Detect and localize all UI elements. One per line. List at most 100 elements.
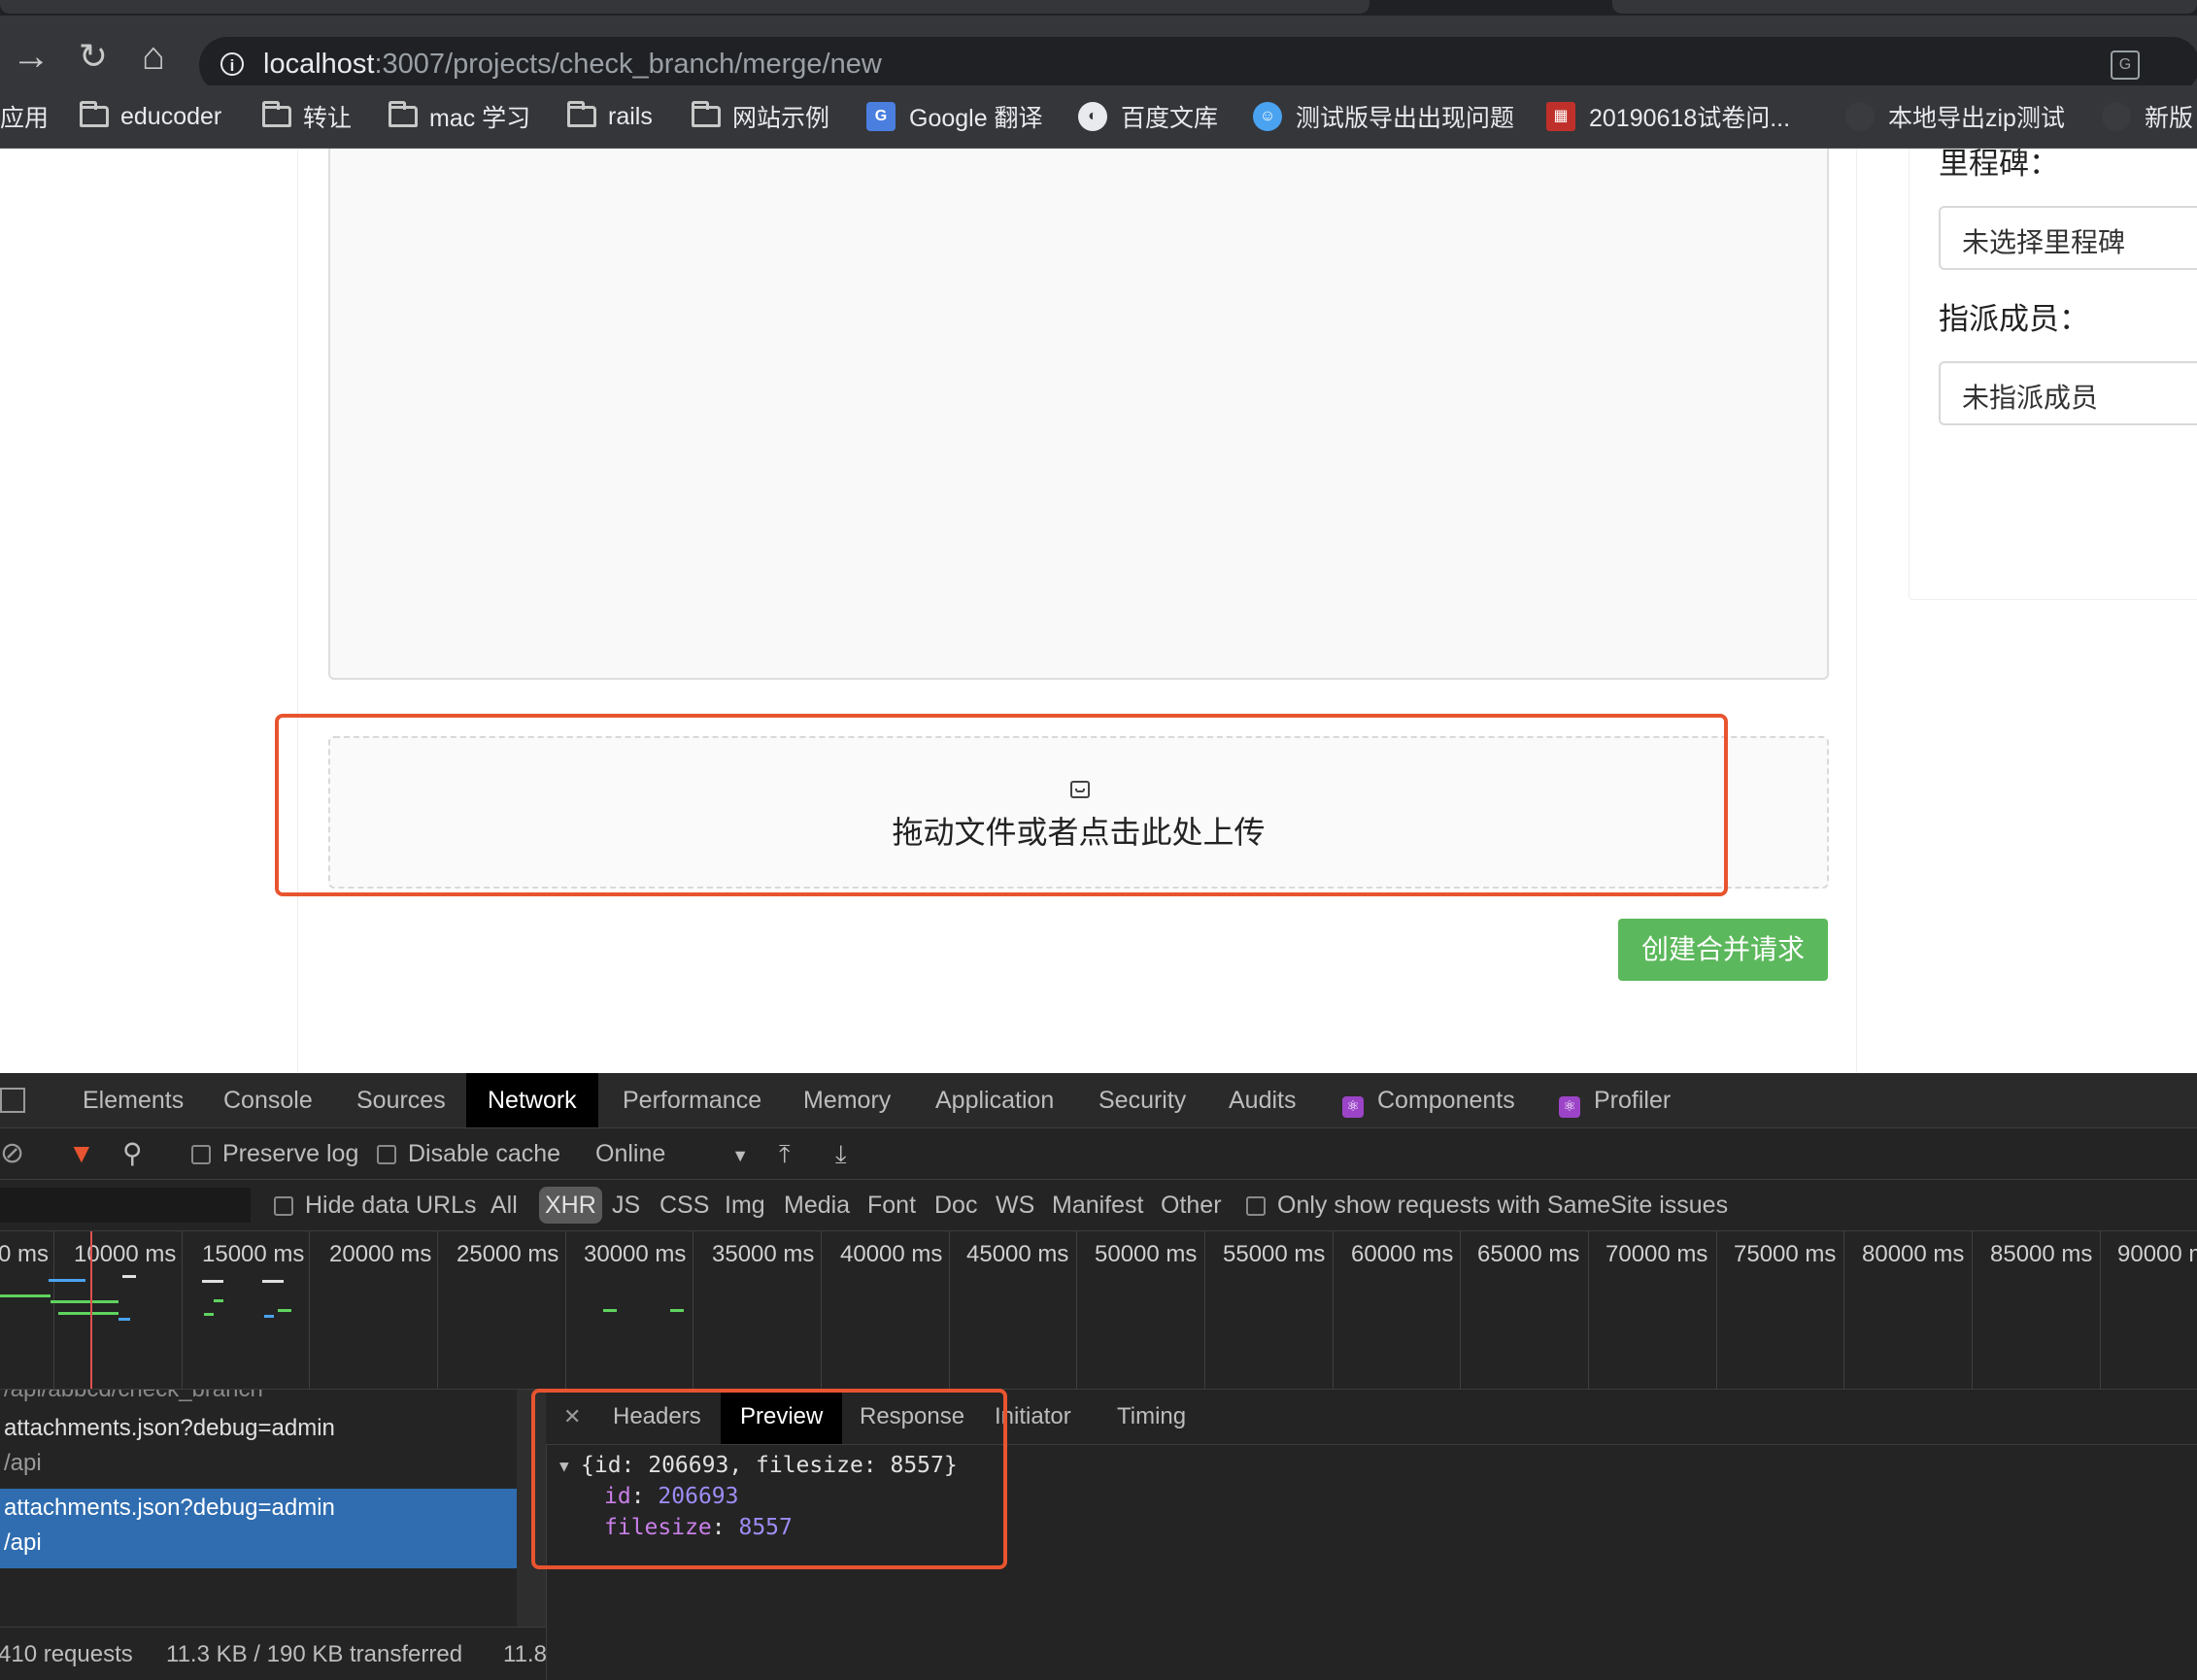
filter-input[interactable] xyxy=(0,1188,251,1223)
bookmark-zip-test[interactable]: 本地导出zip测试 xyxy=(1845,101,2065,132)
tab-application[interactable]: Application xyxy=(935,1073,1054,1127)
info-icon[interactable]: i xyxy=(220,52,244,76)
samesite-checkbox[interactable]: Only show requests with SameSite issues xyxy=(1246,1180,1728,1230)
bookmark-google-translate[interactable]: G Google 翻译 xyxy=(866,101,1043,132)
filter-ws[interactable]: WS xyxy=(996,1180,1034,1230)
tab-timing[interactable]: Timing xyxy=(1117,1390,1186,1444)
timeline-tick: 40000 ms xyxy=(840,1241,943,1267)
tab-profiler[interactable]: ⚛ Profiler xyxy=(1559,1073,1671,1127)
filter-other[interactable]: Other xyxy=(1161,1180,1222,1230)
filter-js[interactable]: JS xyxy=(612,1180,640,1230)
timeline-bar xyxy=(51,1300,118,1303)
browser-tab[interactable] xyxy=(1612,0,2197,14)
globe-icon: ◐ xyxy=(1078,102,1107,131)
timeline-tick: 20000 ms xyxy=(329,1241,432,1267)
hide-data-urls-checkbox[interactable]: Hide data URLs xyxy=(274,1180,476,1230)
devtools-panel: Elements Console Sources Network Perform… xyxy=(0,1073,2197,1680)
annotation-highlight-box xyxy=(275,714,1728,896)
timeline-tick: 65000 ms xyxy=(1477,1241,1580,1267)
filter-icon[interactable]: ▼ xyxy=(68,1128,95,1179)
filter-img[interactable]: Img xyxy=(725,1180,765,1230)
tab-sources[interactable]: Sources xyxy=(356,1073,446,1127)
react-icon: ⚛ xyxy=(1342,1096,1364,1118)
bookmark-exam-issue[interactable]: ▦ 20190618试卷问... xyxy=(1546,101,1790,132)
folder-icon xyxy=(567,101,596,127)
chevron-down-icon: ▼ xyxy=(731,1146,750,1165)
description-textarea[interactable] xyxy=(328,149,1829,680)
upload-icon[interactable]: ⤒ xyxy=(779,1128,791,1179)
timeline-bar xyxy=(264,1315,274,1318)
timeline-tick: 35000 ms xyxy=(712,1241,815,1267)
browser-tab[interactable] xyxy=(0,0,1369,14)
timeline-tick: 50000 ms xyxy=(1095,1241,1198,1267)
milestone-select[interactable]: 未选择里程碑 xyxy=(1939,206,2197,270)
search-icon[interactable]: ⚲ xyxy=(122,1128,143,1179)
bookmark-site-examples[interactable]: 网站示例 xyxy=(692,101,829,132)
timeline-tick: 80000 ms xyxy=(1862,1241,1965,1267)
timeline-tick: 85000 ms xyxy=(1990,1241,2093,1267)
network-timeline[interactable]: 0 ms 10000 ms 15000 ms 20000 ms 25000 ms… xyxy=(0,1231,2197,1390)
bookmark-rails[interactable]: rails xyxy=(567,101,653,132)
timeline-marker xyxy=(90,1231,92,1389)
tab-network[interactable]: Network xyxy=(466,1073,598,1127)
timeline-tick: 75000 ms xyxy=(1734,1241,1837,1267)
bookmarks-bar: 应用 educoder 转让 mac 学习 rails 网站示例 G Google… xyxy=(0,85,2197,149)
device-toggle-icon[interactable] xyxy=(0,1088,25,1113)
network-controls: ⊘ ▼ ⚲ Preserve log Disable cache Online ▼… xyxy=(0,1128,2197,1180)
preserve-log-checkbox[interactable]: Preserve log xyxy=(191,1128,358,1179)
create-merge-request-button[interactable]: 创建合并请求 xyxy=(1618,919,1828,981)
folder-icon xyxy=(262,101,291,127)
tab-components[interactable]: ⚛ Components xyxy=(1342,1073,1515,1127)
home-icon[interactable]: ⌂ xyxy=(132,35,175,78)
browser-toolbar: → ↻ ⌂ i localhost:3007/projects/check_br… xyxy=(0,16,2197,93)
timeline-tick: 55000 ms xyxy=(1223,1241,1326,1267)
list-item[interactable]: /api/abbcd/check_branch xyxy=(0,1390,517,1409)
bookmark-transfer[interactable]: 转让 xyxy=(262,101,352,132)
disable-cache-checkbox[interactable]: Disable cache xyxy=(377,1128,560,1179)
timeline-bar xyxy=(58,1312,118,1315)
image-icon: ▦ xyxy=(1546,102,1575,131)
timeline-bar xyxy=(49,1279,85,1282)
tab-audits[interactable]: Audits xyxy=(1229,1073,1296,1127)
timeline-tick: 10000 ms xyxy=(74,1241,177,1267)
timeline-tick: 60000 ms xyxy=(1351,1241,1454,1267)
download-icon[interactable]: ⤓ xyxy=(835,1128,847,1179)
filter-font[interactable]: Font xyxy=(867,1180,916,1230)
bookmark-apps[interactable]: 应用 xyxy=(0,101,49,132)
filter-media[interactable]: Media xyxy=(784,1180,850,1230)
timeline-bar xyxy=(214,1299,223,1302)
filter-xhr[interactable]: XHR xyxy=(539,1187,602,1224)
list-item[interactable]: attachments.json?debug=admin /api xyxy=(0,1409,517,1489)
bookmark-new[interactable]: 新版 xyxy=(2102,101,2193,132)
annotation-highlight-box xyxy=(531,1389,1007,1569)
timeline-bar xyxy=(204,1313,214,1316)
filter-all[interactable]: All xyxy=(490,1180,518,1230)
tab-elements[interactable]: Elements xyxy=(83,1073,184,1127)
url-text[interactable]: localhost:3007/projects/check_branch/mer… xyxy=(263,49,882,81)
timeline-bar xyxy=(670,1309,684,1312)
filter-manifest[interactable]: Manifest xyxy=(1052,1180,1143,1230)
tab-strip xyxy=(0,0,2197,16)
timeline-bar xyxy=(118,1318,130,1321)
bookmark-export-issue[interactable]: ☺ 测试版导出出现问题 xyxy=(1253,101,1514,132)
timeline-tick: 30000 ms xyxy=(584,1241,687,1267)
tab-performance[interactable]: Performance xyxy=(623,1073,761,1127)
tab-memory[interactable]: Memory xyxy=(803,1073,891,1127)
assignee-select[interactable]: 未指派成员 xyxy=(1939,361,2197,425)
clear-icon[interactable]: ⊘ xyxy=(0,1128,24,1179)
blank-icon xyxy=(2102,102,2131,131)
filter-doc[interactable]: Doc xyxy=(934,1180,977,1230)
translate-icon[interactable]: G xyxy=(2111,50,2140,80)
throttle-select[interactable]: Online ▼ xyxy=(595,1128,749,1179)
timeline-bar xyxy=(0,1294,51,1297)
forward-icon[interactable]: → xyxy=(10,35,52,78)
network-status-bar: 410 requests 11.3 KB / 190 KB transferre… xyxy=(0,1627,546,1680)
bookmark-baidu-wenku[interactable]: ◐ 百度文库 xyxy=(1078,101,1218,132)
filter-css[interactable]: CSS xyxy=(659,1180,709,1230)
tab-console[interactable]: Console xyxy=(223,1073,313,1127)
bookmark-mac-study[interactable]: mac 学习 xyxy=(389,101,530,132)
list-item-selected[interactable]: attachments.json?debug=admin /api xyxy=(0,1489,517,1568)
bookmark-educoder[interactable]: educoder xyxy=(80,101,221,132)
reload-icon[interactable]: ↻ xyxy=(72,35,115,78)
tab-security[interactable]: Security xyxy=(1098,1073,1186,1127)
